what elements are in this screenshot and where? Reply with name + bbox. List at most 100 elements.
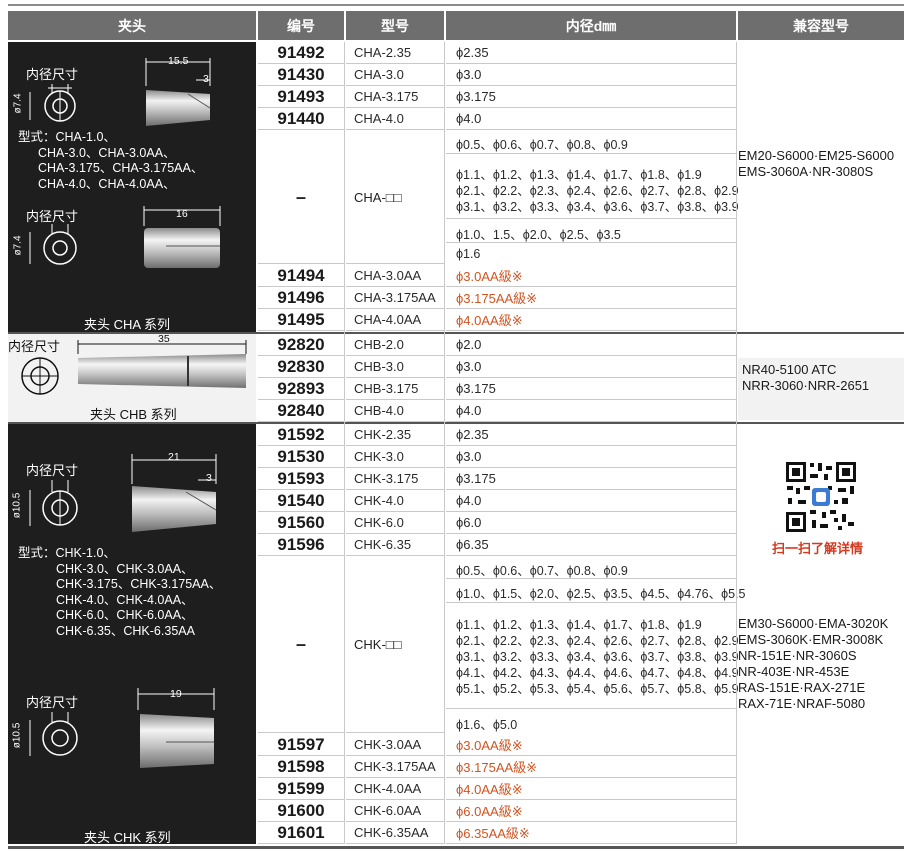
table-row-number: 91493 xyxy=(258,86,344,108)
compatible-line: EM20-S6000·EM25-S6000 xyxy=(738,148,895,163)
table-row-model: CHK-4.0AA xyxy=(346,778,444,800)
compatible-line: EMS-3060A·NR-3080S xyxy=(738,164,874,179)
header-collet: 夹头 xyxy=(8,11,258,40)
chk-inner-label-2: 内径尺寸 xyxy=(26,695,79,710)
table-row-number: 91492 xyxy=(258,42,344,64)
cha-types-line: CHA-3.0、CHA-3.0AA、 xyxy=(38,145,176,160)
table-row-model: CHA-2.35 xyxy=(346,42,444,64)
table-row-number: 91495 xyxy=(258,309,344,331)
chk-types-line: CHK-4.0、CHK-4.0AA、 xyxy=(56,592,194,607)
table-row-number: 92830 xyxy=(258,356,344,378)
table-row-model: CHA-3.175 xyxy=(346,86,444,108)
chb-end-view-icon xyxy=(21,357,59,395)
top-rule xyxy=(8,4,904,6)
table-row-diameter-aa: ϕ3.175AA級※ xyxy=(446,287,736,309)
chb-group: 内径尺寸 35 夹头 CHB 系列 92820 CHB-2.0 ϕ2.0 928… xyxy=(8,333,904,422)
chk-generic-dia-line: ϕ0.5、ϕ0.6、ϕ0.7、ϕ0.8、ϕ0.9 xyxy=(456,564,628,578)
table-row-model: CHA-3.0AA xyxy=(346,265,444,287)
table-row-diameter: ϕ3.175 xyxy=(446,86,736,108)
chk-collet-side-icon xyxy=(131,454,217,532)
table-row-model: CHK-2.35 xyxy=(346,424,444,446)
column-separator xyxy=(344,42,345,844)
chk-types-line: CHK-6.0、CHK-6.0AA、 xyxy=(56,608,194,622)
cha-small-dim: 3 xyxy=(203,73,209,85)
table-row-number: 91496 xyxy=(258,287,344,309)
table-row-number: 92840 xyxy=(258,400,344,422)
cha-panel: 内径尺寸 ø7.4 15.5 3 型式：CHA-1.0、 CHA-3.0、CHA… xyxy=(8,42,256,332)
table-row-number: 91530 xyxy=(258,446,344,468)
table-row-diameter: ϕ6.0 xyxy=(446,512,736,534)
table-row-model: CHB-4.0 xyxy=(346,400,444,422)
table-row-model: CHK-3.0 xyxy=(346,446,444,468)
chb-compatible: NR40-5100 ATC NRR-3060·NRR-2651 xyxy=(738,358,904,420)
table-row-model: CHA-3.175AA xyxy=(346,287,444,309)
cha-generic-dia-line: ϕ1.0、1.5、ϕ2.0、ϕ2.5、ϕ3.5 xyxy=(456,228,621,242)
chk-types-line: CHK-3.0、CHK-3.0AA、 xyxy=(56,561,194,576)
chk-end-view-icon xyxy=(29,480,78,526)
table-row-number: 91592 xyxy=(258,424,344,446)
table-row-model: CHB-2.0 xyxy=(346,334,444,356)
cha-generic-dia-line: ϕ0.5、ϕ0.6、ϕ0.7、ϕ0.8、ϕ0.9 xyxy=(456,138,628,152)
chk-types-line: 型式：CHK-1.0、 xyxy=(18,546,116,560)
compatible-line: NR-403E·NR-453E xyxy=(738,664,850,679)
table-row-model: CHB-3.175 xyxy=(346,378,444,400)
table-row-diameter-aa: ϕ6.0AA級※ xyxy=(446,800,736,822)
table-row-model: CHK-6.0 xyxy=(346,512,444,534)
cha-generic-number: – xyxy=(258,131,344,264)
table-row-number: 92820 xyxy=(258,334,344,356)
compatible-line: NR-151E·NR-3060S xyxy=(738,648,857,663)
chk-generic-model: CHK-□□ xyxy=(346,557,444,733)
header-model: 型号 xyxy=(346,11,446,40)
table-row-diameter: ϕ3.0 xyxy=(446,446,736,468)
table-row-number: 91540 xyxy=(258,490,344,512)
cha-length-bottom: 16 xyxy=(176,208,188,220)
cha-generic-dia-line: ϕ1.6 xyxy=(456,247,481,261)
chk-group: 内径尺寸 ø10.5 21 3 型式：CHK-1.0、 CHK-3.0、CHK-… xyxy=(8,424,904,845)
cha-collet-side-icon xyxy=(145,58,211,126)
table-row-diameter: ϕ6.35 xyxy=(446,534,736,556)
chk-generic-dia-line: ϕ1.0、ϕ1.5、ϕ2.0、ϕ2.5、ϕ3.5、ϕ4.5、ϕ4.76、ϕ5.5 xyxy=(456,587,746,601)
divider xyxy=(446,218,736,219)
chk-phi-dim-2: ø10.5 xyxy=(11,722,23,749)
cha-group: 内径尺寸 ø7.4 15.5 3 型式：CHA-1.0、 CHA-3.0、CHA… xyxy=(8,42,904,332)
table-row-number: 91598 xyxy=(258,756,344,778)
cha-length-top: 15.5 xyxy=(168,55,189,67)
chk-length-bottom: 19 xyxy=(170,688,182,700)
chk-types-line: CHK-3.175、CHK-3.175AA、 xyxy=(56,577,222,591)
qr-code-icon[interactable] xyxy=(784,460,858,534)
table-row-diameter: ϕ3.175 xyxy=(446,468,736,490)
header-diameter: 内径d㎜ xyxy=(446,11,738,40)
chk-inner-label: 内径尺寸 xyxy=(26,463,79,478)
table-row-model: CHB-3.0 xyxy=(346,356,444,378)
table-row-number: 91600 xyxy=(258,800,344,822)
table-row-diameter: ϕ3.175 xyxy=(446,378,736,400)
chb-panel: 内径尺寸 35 夹头 CHB 系列 xyxy=(8,333,256,422)
table-row-diameter: ϕ2.35 xyxy=(446,42,736,64)
qr-caption: 扫一扫了解详情 xyxy=(772,541,864,556)
cha-end-view-icon-2 xyxy=(29,224,77,265)
column-separator xyxy=(736,42,737,844)
table-row-number: 91430 xyxy=(258,64,344,86)
table-row-number: 91440 xyxy=(258,108,344,130)
cha-types-line: CHA-4.0、CHA-4.0AA、 xyxy=(38,176,176,191)
table-row-model: CHK-6.35AA xyxy=(346,822,444,844)
table-row-number: 91593 xyxy=(258,468,344,490)
cha-generic-dia-line: ϕ3.1、ϕ3.2、ϕ3.3、ϕ3.4、ϕ3.6、ϕ3.7、ϕ3.8、ϕ3.9 xyxy=(456,200,739,214)
table-row-diameter-aa: ϕ6.35AA級※ xyxy=(446,822,736,844)
compatible-line: EMS-3060K·EMR-3008K xyxy=(738,632,884,647)
table-row-model: CHK-6.0AA xyxy=(346,800,444,822)
chb-length-dim: 35 xyxy=(158,333,170,345)
compatible-line: EM30-S6000·EMA-3020K xyxy=(738,616,889,631)
chk-types-line: CHK-6.35、CHK-6.35AA xyxy=(56,623,195,638)
chk-generic-dia-line: ϕ5.1、ϕ5.2、ϕ5.3、ϕ5.4、ϕ5.6、ϕ5.7、ϕ5.8、ϕ5.9 xyxy=(456,682,739,696)
chk-generic-number: – xyxy=(258,557,344,733)
chk-series-label: 夹头 CHK 系列 xyxy=(84,830,171,845)
compatible-line: NRR-3060·NRR-2651 xyxy=(742,378,870,393)
table-row-model: CHA-4.0 xyxy=(346,108,444,130)
divider xyxy=(446,708,736,709)
table-row-model: CHK-3.175AA xyxy=(346,756,444,778)
table-row-diameter: ϕ3.0 xyxy=(446,356,736,378)
table-row-diameter: ϕ2.35 xyxy=(446,424,736,446)
compatible-line: NR40-5100 ATC xyxy=(742,362,837,377)
table-row-diameter-aa: ϕ3.175AA級※ xyxy=(446,756,736,778)
